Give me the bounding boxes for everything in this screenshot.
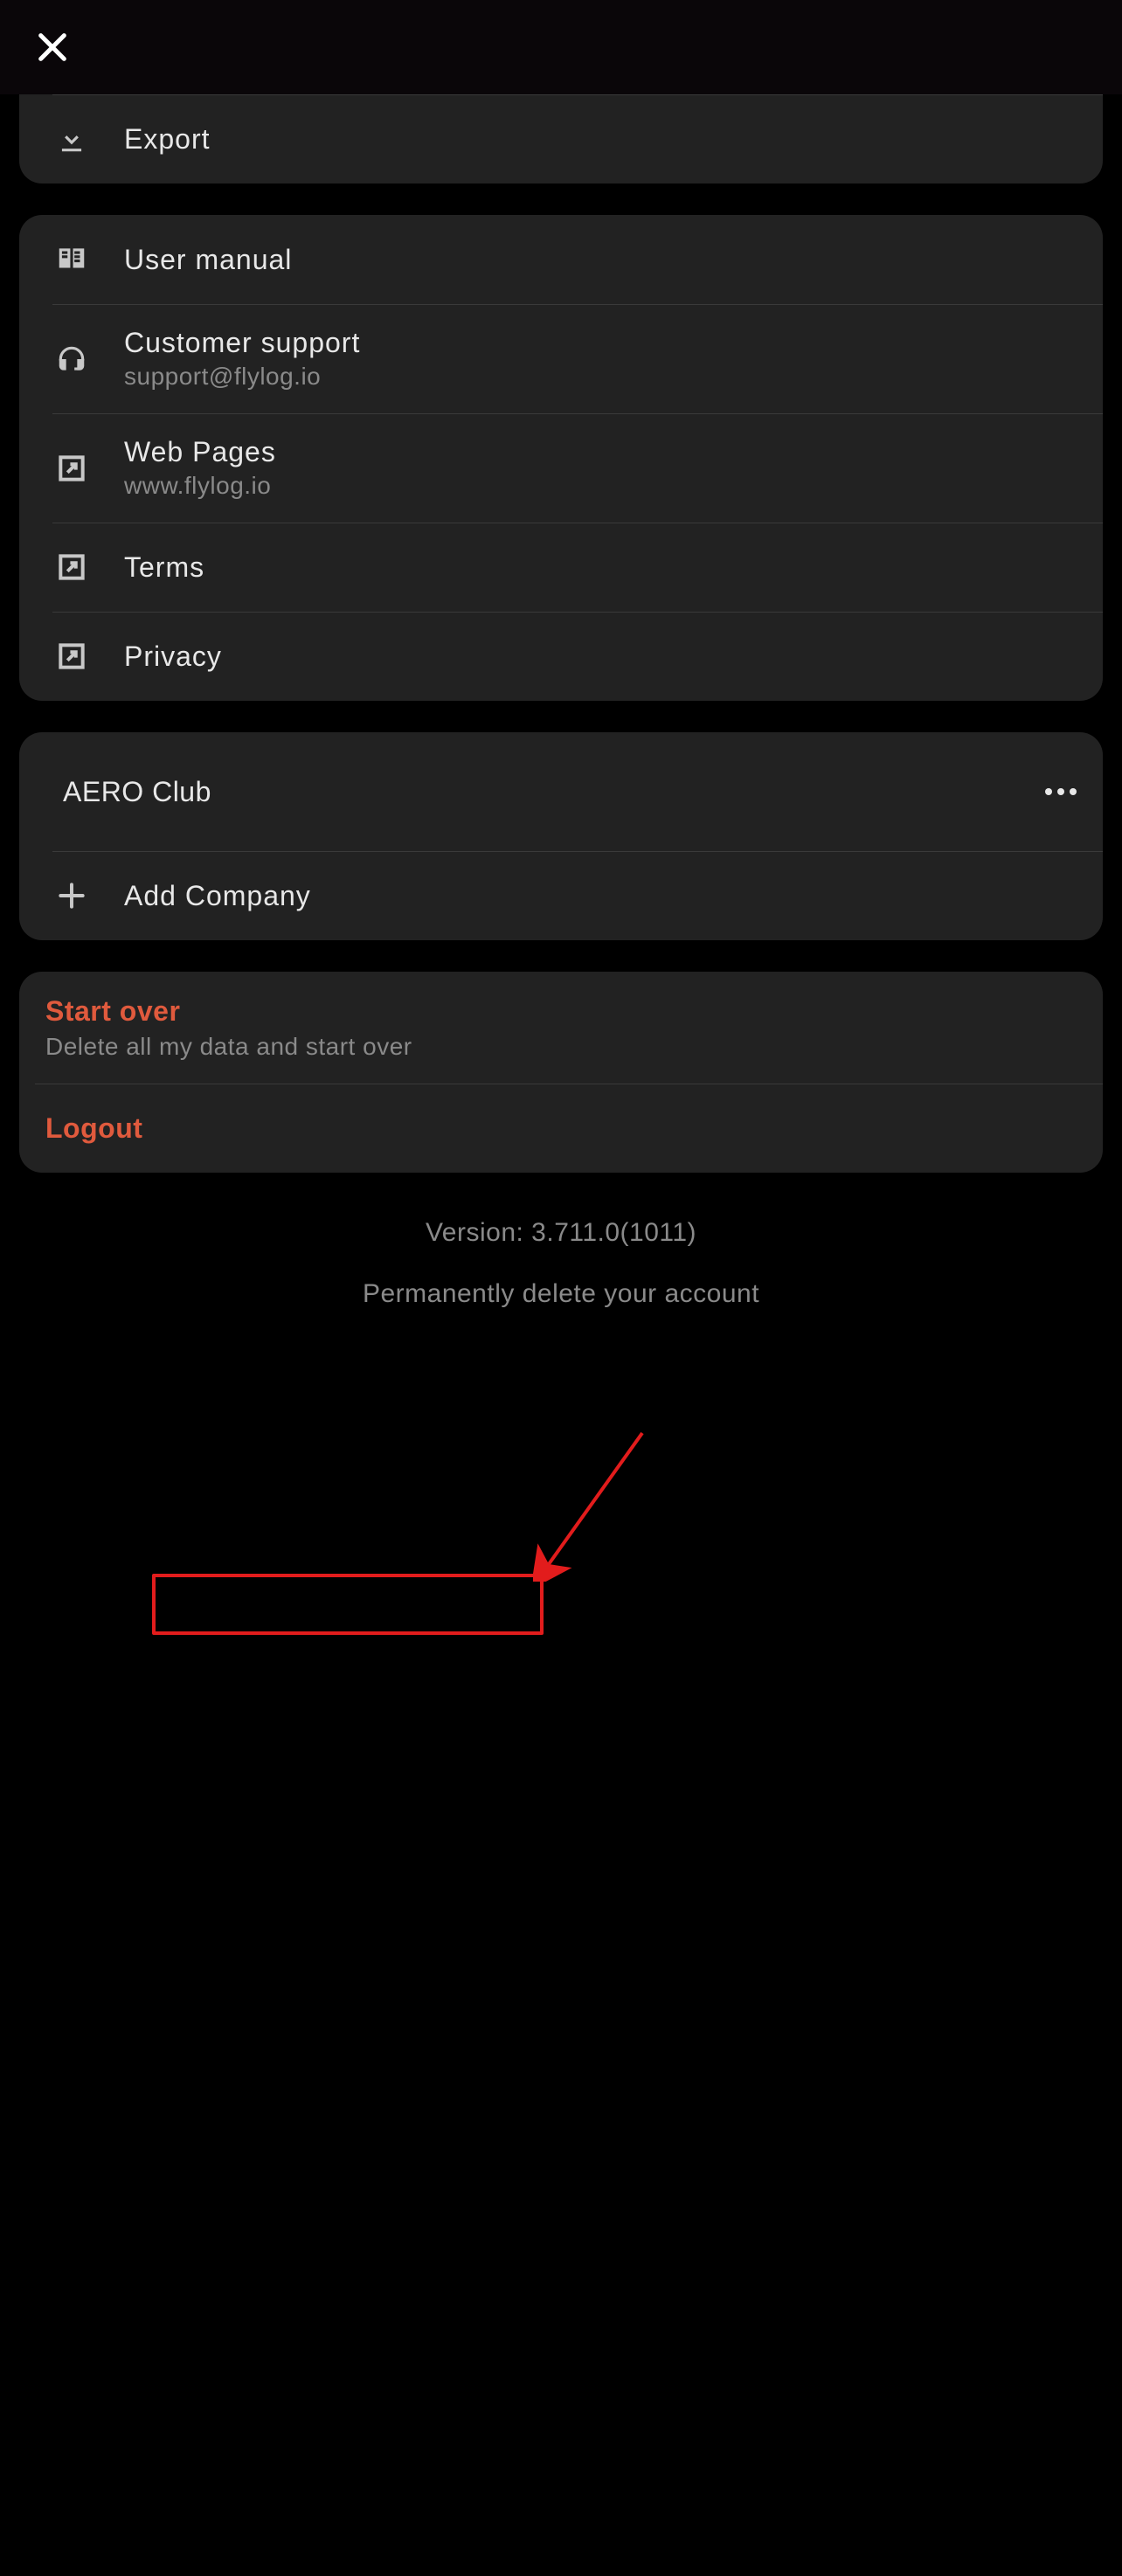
plus-icon [19, 879, 124, 912]
company-card: AERO Club Add Company [19, 732, 1103, 940]
web-pages-url: www.flylog.io [124, 472, 1085, 500]
add-company-label: Add Company [124, 880, 1085, 912]
export-row[interactable]: Export [19, 94, 1103, 184]
aero-club-label: AERO Club [63, 776, 211, 808]
support-card: User manual Customer support support@fly… [19, 215, 1103, 701]
privacy-row[interactable]: Privacy [19, 612, 1103, 701]
external-link-icon [19, 551, 124, 584]
start-over-row[interactable]: Start over Delete all my data and start … [19, 972, 1103, 1084]
terms-label: Terms [124, 551, 1085, 584]
customer-support-label: Customer support [124, 327, 1085, 359]
privacy-label: Privacy [124, 641, 1085, 673]
headset-icon [19, 343, 124, 376]
modal-header [0, 0, 1122, 94]
logout-label: Logout [45, 1112, 1077, 1145]
book-icon [19, 243, 124, 276]
settings-content: Export User manual Customer support supp… [0, 94, 1122, 1309]
user-manual-row[interactable]: User manual [19, 215, 1103, 304]
close-button[interactable] [30, 24, 75, 70]
version-text: Version: 3.711.0(1011) [19, 1218, 1103, 1248]
add-company-row[interactable]: Add Company [19, 851, 1103, 940]
logout-row[interactable]: Logout [19, 1084, 1103, 1173]
export-card: Export [19, 94, 1103, 184]
delete-account-link[interactable]: Permanently delete your account [19, 1279, 1103, 1309]
danger-card: Start over Delete all my data and start … [19, 972, 1103, 1173]
bottom-spacer [0, 1309, 1122, 2576]
terms-row[interactable]: Terms [19, 523, 1103, 612]
export-label: Export [124, 123, 1085, 156]
external-link-icon [19, 452, 124, 485]
download-icon [19, 122, 124, 156]
close-icon [35, 30, 70, 65]
web-pages-row[interactable]: Web Pages www.flylog.io [19, 413, 1103, 523]
start-over-sub: Delete all my data and start over [45, 1033, 1077, 1061]
customer-support-row[interactable]: Customer support support@flylog.io [19, 304, 1103, 413]
customer-support-email: support@flylog.io [124, 363, 1085, 391]
web-pages-label: Web Pages [124, 436, 1085, 468]
external-link-icon [19, 640, 124, 673]
start-over-label: Start over [45, 995, 1077, 1028]
aero-club-row[interactable]: AERO Club [19, 732, 1103, 851]
user-manual-label: User manual [124, 244, 1085, 276]
more-icon[interactable] [1045, 788, 1077, 795]
